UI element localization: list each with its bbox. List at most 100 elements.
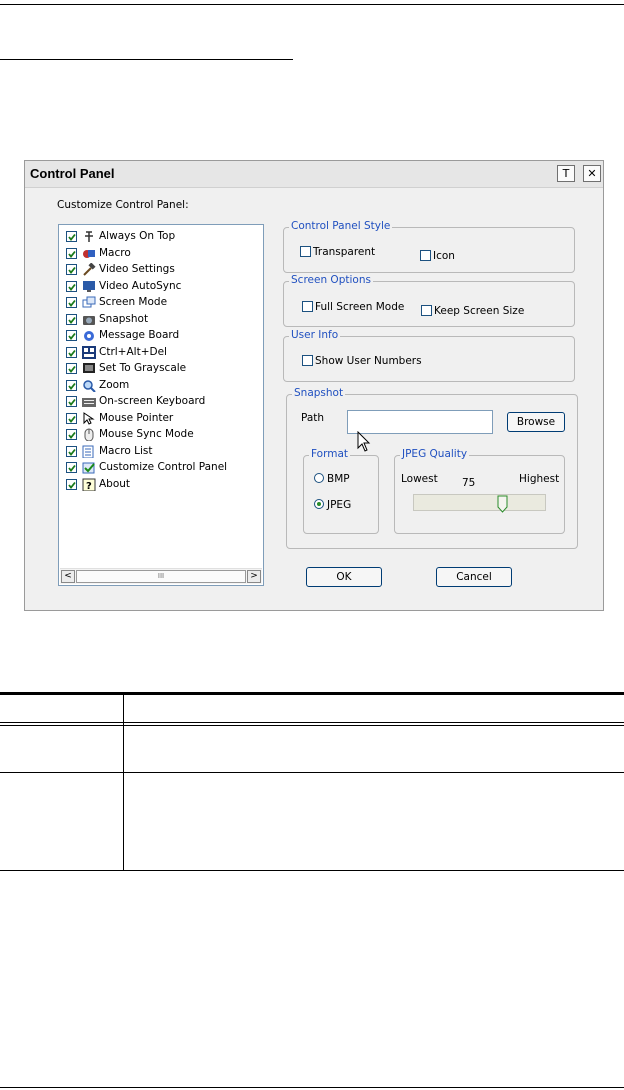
- magnifier-icon: [82, 379, 96, 393]
- item-checkbox[interactable]: [66, 445, 77, 457]
- ctrl-alt-del-icon: [82, 345, 96, 359]
- scroll-left-button[interactable]: <: [61, 570, 75, 583]
- hammer-icon: [82, 262, 96, 276]
- mouse-cursor-icon: [357, 431, 371, 452]
- browse-button[interactable]: Browse: [507, 412, 565, 432]
- dialog-title: Control Panel: [30, 166, 115, 181]
- item-label: Set To Grayscale: [99, 362, 187, 374]
- show-numbers-option[interactable]: Show User Numbers: [302, 355, 422, 367]
- item-label: Screen Mode: [99, 296, 168, 308]
- jpeg-quality-group: JPEG Quality Lowest 75 Highest: [394, 448, 565, 534]
- full-screen-checkbox[interactable]: [302, 301, 313, 312]
- about-icon: ?: [82, 478, 96, 492]
- quality-value: 75: [462, 477, 476, 489]
- item-label: Mouse Pointer: [99, 411, 174, 424]
- item-checkbox[interactable]: [66, 363, 77, 374]
- pin-button[interactable]: T: [557, 165, 575, 182]
- control-panel-style-group: Control Panel Style Transparent Icon: [283, 220, 575, 273]
- item-checkbox[interactable]: [66, 462, 77, 473]
- item-checkbox[interactable]: [66, 264, 77, 275]
- item-label: Snapshot: [99, 312, 149, 325]
- macro-list-icon: [82, 445, 96, 458]
- table-bottom-rule: [0, 870, 624, 871]
- customize-icon: [82, 461, 96, 474]
- item-label: Ctrl+Alt+Del: [99, 345, 167, 358]
- mouse-pointer-icon: [82, 411, 96, 425]
- camera-icon: [82, 313, 96, 326]
- show-numbers-checkbox[interactable]: [302, 355, 313, 366]
- bmp-radio[interactable]: [314, 473, 324, 483]
- bmp-option[interactable]: BMP: [314, 473, 350, 485]
- cancel-button[interactable]: Cancel: [436, 567, 512, 587]
- item-checkbox[interactable]: [66, 478, 77, 490]
- table-column-divider: [123, 695, 124, 870]
- item-checkbox[interactable]: [66, 297, 77, 308]
- section-underline: [0, 59, 293, 60]
- keep-size-label: Keep Screen Size: [434, 305, 525, 317]
- transparent-label: Transparent: [313, 246, 376, 258]
- transparent-option[interactable]: Transparent: [300, 246, 375, 258]
- bottom-rule: [0, 1087, 624, 1088]
- bmp-label: BMP: [327, 473, 350, 485]
- close-button[interactable]: ✕: [583, 165, 601, 182]
- screen-options-group: Screen Options Full Screen Mode Keep Scr…: [283, 274, 575, 327]
- ok-button[interactable]: OK: [306, 567, 382, 587]
- scroll-thumb[interactable]: III: [76, 570, 246, 583]
- item-checkbox[interactable]: [66, 412, 77, 424]
- icon-option[interactable]: Icon: [420, 250, 455, 262]
- svg-text:?: ?: [86, 481, 92, 491]
- keep-size-option[interactable]: Keep Screen Size: [421, 305, 524, 317]
- item-checkbox[interactable]: [66, 231, 77, 242]
- item-label: Zoom: [99, 378, 130, 391]
- item-label: Video Settings: [99, 263, 175, 275]
- quality-lowest-label: Lowest: [401, 473, 438, 485]
- item-label: Video AutoSync: [99, 279, 182, 292]
- path-label: Path: [301, 412, 325, 424]
- item-label: On-screen Keyboard: [99, 395, 206, 407]
- item-checkbox[interactable]: [66, 330, 77, 341]
- item-label: Macro: [99, 246, 131, 259]
- grayscale-icon: [82, 362, 96, 375]
- item-checkbox[interactable]: [66, 247, 77, 259]
- quality-highest-label: Highest: [519, 473, 560, 485]
- customize-checklist[interactable]: Always On Top Macro Video Settings Video Au…: [58, 224, 264, 586]
- title-bar: Control Panel T ✕: [25, 161, 603, 188]
- user-group-title: User Info: [289, 329, 341, 341]
- item-checkbox[interactable]: [66, 379, 77, 391]
- screen-group-title: Screen Options: [289, 274, 373, 286]
- keep-size-checkbox[interactable]: [421, 305, 432, 316]
- table-header-rule: [0, 722, 624, 723]
- jpeg-quality-title: JPEG Quality: [400, 448, 470, 460]
- transparent-checkbox[interactable]: [300, 246, 311, 257]
- icon-checkbox[interactable]: [420, 250, 431, 261]
- user-info-group: User Info Show User Numbers: [283, 329, 575, 382]
- item-checkbox[interactable]: [66, 396, 77, 407]
- table-row-rule-2: [0, 772, 624, 773]
- pin-icon: [82, 230, 96, 243]
- top-rule: [0, 4, 624, 5]
- mouse-sync-icon: [82, 428, 96, 442]
- item-checkbox[interactable]: [66, 346, 77, 358]
- item-checkbox[interactable]: [66, 429, 77, 440]
- jpeg-label: JPEG: [327, 499, 352, 511]
- item-checkbox[interactable]: [66, 280, 77, 292]
- item-label: Message Board: [99, 329, 180, 341]
- quality-slider-track[interactable]: [413, 494, 546, 511]
- item-label: Always On Top: [99, 230, 176, 242]
- full-screen-option[interactable]: Full Screen Mode: [302, 301, 404, 313]
- full-screen-label: Full Screen Mode: [315, 301, 405, 313]
- jpeg-radio[interactable]: [314, 499, 324, 509]
- item-checkbox[interactable]: [66, 313, 77, 325]
- item-label: Macro List: [99, 444, 153, 457]
- message-board-icon: [82, 329, 96, 342]
- item-label: About: [99, 477, 131, 490]
- snapshot-group: Snapshot Path Browse Format BMP JPEG JPE…: [286, 387, 578, 549]
- macro-icon: [82, 247, 96, 260]
- scroll-right-button[interactable]: >: [247, 570, 261, 583]
- style-group-title: Control Panel Style: [289, 220, 393, 232]
- customize-label: Customize Control Panel:: [57, 199, 189, 211]
- quality-slider-thumb[interactable]: [497, 495, 508, 513]
- jpeg-option[interactable]: JPEG: [314, 499, 351, 511]
- table-top-rule: [0, 692, 624, 695]
- horizontal-scrollbar[interactable]: < III >: [60, 568, 262, 584]
